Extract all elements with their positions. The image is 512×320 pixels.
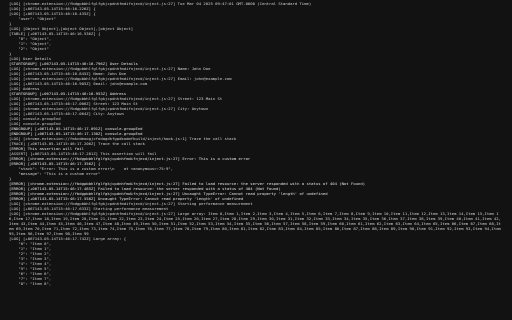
log-line: [LOG] [chrome-extension://fbdgpbbhlfglfg… bbox=[9, 211, 501, 236]
console-log-output: [LOG] [chrome-extension://fbdgpbbhlfglfg… bbox=[0, 0, 512, 320]
log-line: "8": "Item 8", bbox=[9, 281, 52, 286]
underlined-text: Anytown bbox=[107, 111, 124, 116]
underlined-text: Anytown bbox=[191, 106, 209, 111]
